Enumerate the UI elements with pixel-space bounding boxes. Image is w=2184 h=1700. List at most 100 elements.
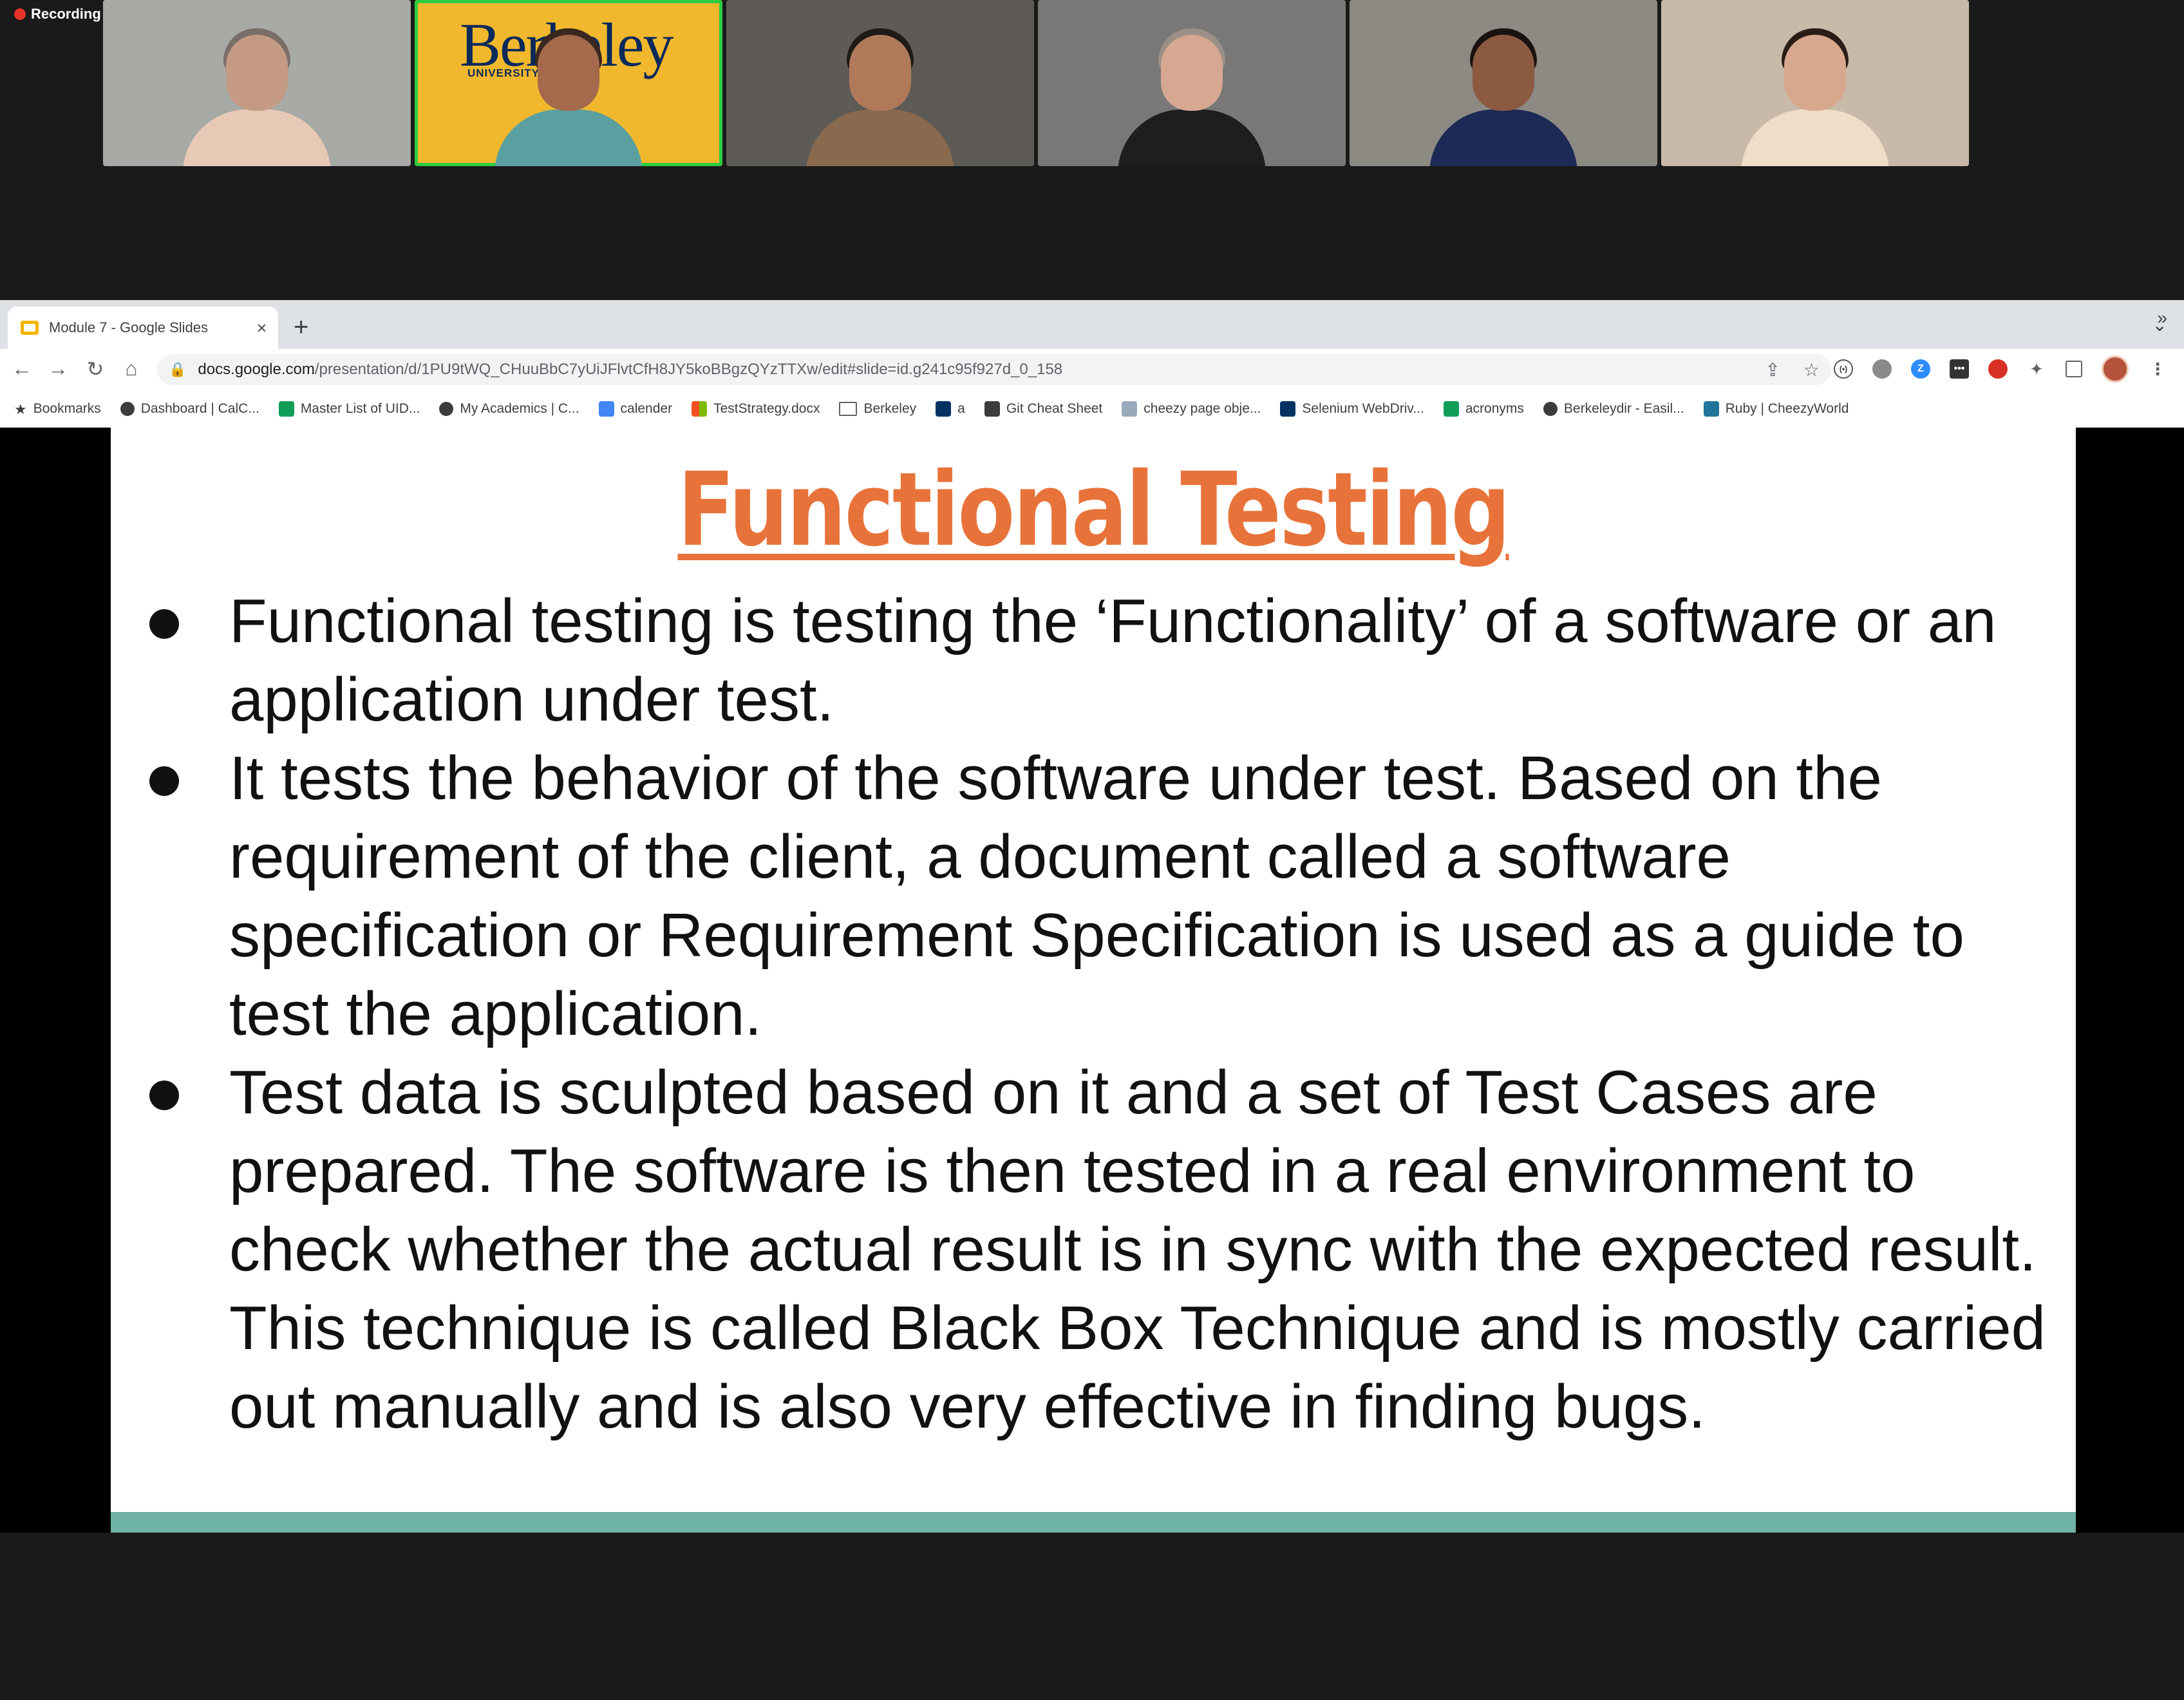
star-icon: ★ — [14, 401, 27, 417]
forward-button[interactable]: → — [45, 357, 71, 381]
bookmark-item[interactable]: TestStrategy.docx — [692, 401, 820, 417]
participant-head — [226, 35, 288, 111]
slide-bullet-list: Functional testing is testing the ‘Funct… — [149, 582, 2055, 1446]
participant-head — [1161, 35, 1223, 111]
bookmark-item[interactable]: calender — [598, 401, 673, 417]
recording-label: Recording — [31, 6, 101, 22]
tab-title: Module 7 - Google Slides — [49, 319, 209, 335]
meeting-bottom-area — [0, 1533, 2184, 1700]
reload-button[interactable]: ↻ — [82, 357, 108, 381]
slide-bullet: Functional testing is testing the ‘Funct… — [149, 582, 2055, 739]
sheets-icon — [1443, 401, 1459, 417]
c-icon — [439, 402, 454, 416]
browser-window: Module 7 - Google Slides × + ⌄ ← → ↻ ⌂ 🔒… — [0, 300, 2184, 428]
url-path: /presentation/d/1PU9tWQ_CHuuBbC7yUiJFlvt… — [314, 361, 1063, 378]
participant-video-tile[interactable] — [726, 0, 1034, 166]
tab-module-7[interactable]: Module 7 - Google Slides × — [8, 307, 278, 349]
tab-close-icon[interactable]: × — [257, 318, 267, 338]
lock-icon[interactable]: 🔒 — [169, 361, 186, 378]
git-icon — [984, 401, 1000, 417]
menu-kebab-icon[interactable]: ⋮ — [2148, 359, 2167, 379]
bookmark-label: Berkeleydir - Easil... — [1563, 401, 1684, 416]
browser-toolbar: ← → ↻ ⌂ 🔒 docs.google.com/presentation/d… — [0, 349, 2184, 390]
zoom-extension-icon[interactable]: Z — [1911, 359, 1930, 379]
puzzle-extensions-icon[interactable]: ✦ — [2027, 359, 2046, 379]
slide-viewport: Functional Testing Functional testing is… — [0, 428, 2184, 1533]
participant-video-tile[interactable]: BerkeleyUNIVERSITY OF — [415, 0, 722, 166]
slide-footer-bar — [111, 1512, 2076, 1533]
side-panel-icon[interactable] — [2066, 361, 2082, 377]
address-bar[interactable]: 🔒 docs.google.com/presentation/d/1PU9tWQ… — [157, 354, 1831, 385]
cal-icon — [1280, 401, 1296, 417]
bookmark-item[interactable]: ★ Bookmarks — [14, 401, 101, 417]
bookmark-label: acronyms — [1465, 401, 1524, 416]
participant-video-tile[interactable] — [1350, 0, 1657, 166]
bullet-dot-icon — [149, 1081, 179, 1110]
participant-head — [1473, 35, 1534, 111]
participant-body — [806, 109, 954, 166]
bookmark-label: Bookmarks — [33, 401, 101, 416]
globe-icon — [1543, 402, 1558, 416]
bookmark-item[interactable]: Git Cheat Sheet — [984, 401, 1102, 417]
bookmark-star-icon[interactable]: ☆ — [1803, 359, 1820, 381]
bookmark-item[interactable]: Berkeleydir - Easil... — [1543, 401, 1684, 417]
bookmark-item[interactable]: Dashboard | CalC... — [120, 401, 259, 417]
new-tab-button[interactable]: + — [294, 313, 308, 342]
bookmark-item[interactable]: acronyms — [1443, 401, 1524, 417]
participant-video-strip: BerkeleyUNIVERSITY OF — [103, 0, 1969, 166]
wordpress-icon — [1703, 401, 1719, 417]
folder-icon — [839, 402, 858, 416]
share-icon[interactable]: ⇪ — [1765, 359, 1780, 381]
bookmarks-overflow-icon[interactable]: » — [2157, 308, 2167, 328]
slide-bullet: Test data is sculpted based on it and a … — [149, 1053, 2055, 1446]
dots-extension-icon[interactable]: ••• — [1950, 359, 1969, 379]
bookmark-label: Berkeley — [863, 401, 917, 416]
address-url[interactable]: docs.google.com/presentation/d/1PU9tWQ_C… — [198, 361, 1062, 379]
slide-bullet: It tests the behavior of the software un… — [149, 739, 2055, 1053]
participant-video-tile[interactable] — [1661, 0, 1969, 166]
home-button[interactable]: ⌂ — [118, 357, 144, 381]
participant-head — [849, 35, 911, 111]
bookmark-item[interactable]: Selenium WebDriv... — [1280, 401, 1424, 417]
bookmark-item[interactable]: cheezy page obje... — [1122, 401, 1261, 417]
participant-body — [1429, 109, 1577, 166]
bookmark-label: Dashboard | CalC... — [140, 401, 259, 416]
cloud-extension-icon[interactable] — [1872, 359, 1892, 379]
bookmark-item[interactable]: Master List of UID... — [278, 401, 420, 417]
back-button[interactable]: ← — [9, 357, 35, 381]
calendar-icon — [598, 401, 614, 417]
bookmark-label: Master List of UID... — [300, 401, 420, 416]
recording-indicator: Recording — [14, 3, 101, 26]
participant-body — [183, 109, 331, 166]
cheezy-icon — [1122, 401, 1138, 417]
bookmark-item[interactable]: My Academics | C... — [439, 401, 579, 417]
radio-extension-icon[interactable]: (•) — [1834, 359, 1853, 379]
bookmark-label: calender — [620, 401, 673, 416]
recording-dot-icon — [14, 8, 26, 20]
extensions-area: (•) Z ••• ✦ ⋮ — [1834, 355, 2167, 382]
slide-bullet-text: It tests the behavior of the software un… — [229, 744, 1964, 1048]
tab-strip: Module 7 - Google Slides × + ⌄ — [0, 300, 2184, 349]
participant-head — [538, 35, 599, 111]
bookmark-label: Selenium WebDriv... — [1302, 401, 1424, 416]
participant-body — [1118, 109, 1266, 166]
participant-video-tile[interactable] — [1038, 0, 1346, 166]
participant-head — [1784, 35, 1846, 111]
bookmark-item[interactable]: Berkeley — [839, 401, 916, 417]
badge-extension-icon[interactable] — [1988, 359, 2008, 379]
bookmark-label: Ruby | CheezyWorld — [1725, 401, 1849, 416]
slide-bullet-text: Functional testing is testing the ‘Funct… — [229, 587, 1997, 734]
participant-body — [494, 109, 643, 166]
bookmark-item[interactable]: Ruby | CheezyWorld — [1703, 401, 1849, 417]
bookmark-label: TestStrategy.docx — [713, 401, 820, 416]
profile-avatar[interactable] — [2102, 355, 2129, 382]
participant-video-tile[interactable] — [103, 0, 411, 166]
bookmark-item[interactable]: a — [936, 401, 965, 417]
windows-icon — [692, 401, 708, 417]
bullet-dot-icon — [149, 766, 179, 796]
bookmark-label: a — [957, 401, 965, 416]
participant-body — [1741, 109, 1889, 166]
bookmark-label: cheezy page obje... — [1144, 401, 1261, 416]
url-host: docs.google.com — [198, 361, 315, 378]
slide-canvas: Functional Testing Functional testing is… — [111, 428, 2076, 1533]
